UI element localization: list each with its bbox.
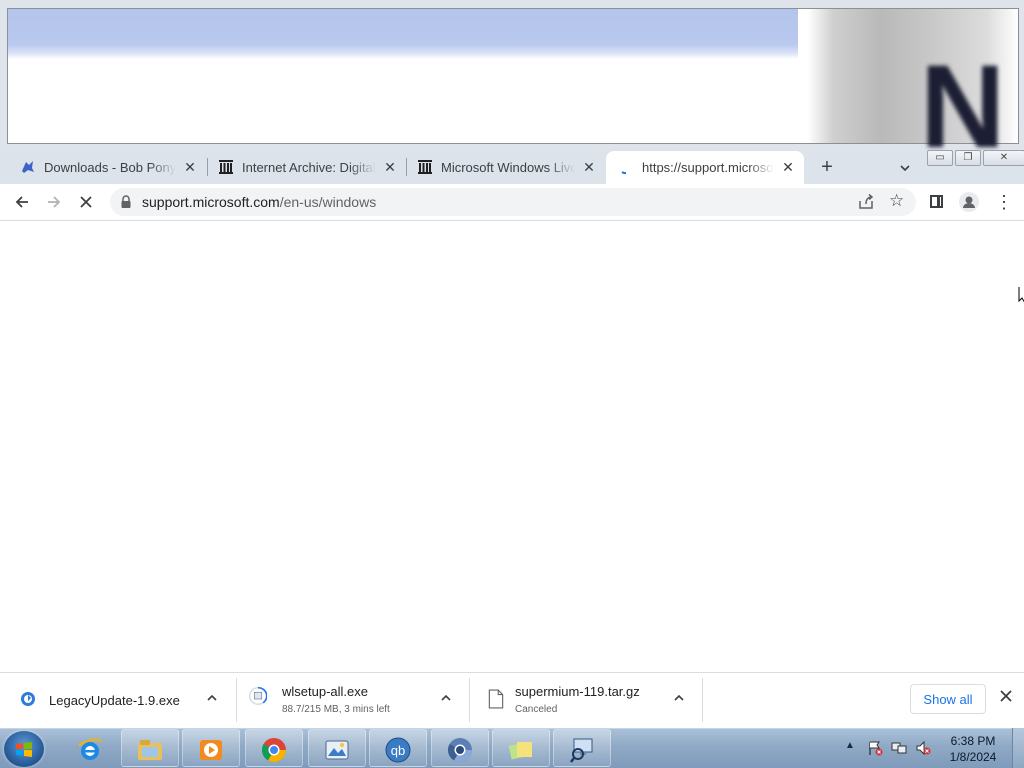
forward-arrow-icon[interactable] <box>44 192 64 212</box>
download-filename: wlsetup-all.exe <box>282 684 368 699</box>
windows-logo-icon <box>16 742 32 757</box>
background-window-frame <box>7 8 1019 144</box>
download-item-legacyupdate[interactable]: LegacyUpdate-1.9.exe <box>0 678 236 722</box>
network-icon[interactable] <box>891 740 907 756</box>
side-panel-icon[interactable] <box>930 195 943 208</box>
browser-menu-icon[interactable]: ⋮ <box>995 192 1013 212</box>
loading-spinner-icon <box>618 160 634 176</box>
background-window: N <box>0 0 1024 166</box>
chromium-icon <box>447 738 472 763</box>
tab-title: Downloads - Bob Pony <box>44 159 176 175</box>
tab-search-chevron-icon[interactable] <box>895 158 915 178</box>
address-url[interactable]: support.microsoft.com/en-us/windows <box>142 194 376 210</box>
close-button[interactable]: ✕ <box>983 150 1024 166</box>
download-item-supermium[interactable]: supermium-119.tar.gz Canceled <box>470 678 702 722</box>
chrome-icon <box>261 738 286 763</box>
tab-windows-live-essentials[interactable]: Microsoft Windows Live Essentials ✕ <box>397 150 605 184</box>
download-filename: LegacyUpdate-1.9.exe <box>49 693 180 708</box>
tab-close-icon[interactable]: ✕ <box>581 159 597 176</box>
action-center-flag-icon[interactable] <box>867 740 883 756</box>
bob-pony-favicon <box>20 159 36 175</box>
profile-avatar-icon[interactable] <box>959 192 979 212</box>
mouse-cursor-icon <box>1018 286 1024 309</box>
new-tab-button[interactable]: + <box>816 156 838 178</box>
progress-ring-installer-icon <box>249 687 267 705</box>
tab-close-icon[interactable]: ✕ <box>780 159 796 176</box>
tab-close-icon[interactable]: ✕ <box>382 159 398 176</box>
system-clock[interactable]: 6:38 PM 1/8/2024 <box>940 733 1006 765</box>
share-icon[interactable] <box>857 193 875 211</box>
background-header-band <box>8 9 798 59</box>
download-item-wlsetup[interactable]: wlsetup-all.exe 88.7/215 MB, 3 mins left <box>237 678 469 722</box>
download-options-chevron-icon[interactable] <box>440 692 452 707</box>
sticky-notes-icon <box>508 742 532 760</box>
tab-internet-archive[interactable]: Internet Archive: Digital Library ✕ <box>198 150 406 184</box>
download-status: Canceled <box>515 704 558 715</box>
back-arrow-icon[interactable] <box>12 192 32 212</box>
internet-archive-icon <box>417 159 433 175</box>
show-all-downloads-button[interactable]: Show all <box>910 684 986 714</box>
tab-title: https://support.microsoft.com/en-us/wind… <box>642 160 774 175</box>
tab-close-icon[interactable]: ✕ <box>182 159 198 176</box>
internet-archive-icon <box>218 159 234 175</box>
download-options-chevron-icon[interactable] <box>673 692 685 707</box>
folder-icon <box>138 740 162 760</box>
minimize-button[interactable]: ▭ <box>927 150 953 166</box>
background-logo-letter: N <box>920 41 1006 173</box>
internet-explorer-icon <box>78 738 102 760</box>
lock-icon[interactable] <box>120 195 132 209</box>
close-download-shelf-icon[interactable] <box>998 689 1014 708</box>
download-filename: supermium-119.tar.gz <box>515 684 640 699</box>
bookmark-star-icon[interactable]: ☆ <box>889 192 904 210</box>
tab-title: Internet Archive: Digital Library <box>242 159 376 175</box>
qbittorrent-icon: qb <box>385 737 411 763</box>
volume-muted-icon[interactable] <box>915 740 931 756</box>
maximize-button[interactable]: ❐ <box>955 150 981 166</box>
download-separator <box>702 678 703 722</box>
media-player-icon <box>200 740 222 760</box>
file-icon <box>488 689 504 709</box>
network-search-icon <box>570 738 593 763</box>
show-desktop-button[interactable] <box>1012 728 1024 768</box>
photo-viewer-icon <box>325 740 349 760</box>
page-content <box>0 221 1024 672</box>
tab-downloads-bob-pony[interactable]: Downloads - Bob Pony ✕ <box>0 150 206 184</box>
url-host: support.microsoft.com <box>142 194 280 210</box>
window-controls: ▭ ❐ ✕ <box>927 150 1024 166</box>
url-path: /en-us/windows <box>279 194 377 210</box>
clock-time: 6:38 PM <box>950 734 996 748</box>
show-hidden-icons-arrow[interactable]: ▲ <box>845 740 855 751</box>
download-progress-text: 88.7/215 MB, 3 mins left <box>282 704 390 715</box>
tab-support-microsoft-active[interactable]: https://support.microsoft.com/en-us/wind… <box>606 151 804 184</box>
download-options-chevron-icon[interactable] <box>206 692 218 707</box>
svg-text:qb: qb <box>391 743 405 758</box>
stop-loading-icon[interactable] <box>76 192 96 212</box>
clock-date: 1/8/2024 <box>949 750 997 764</box>
legacy-update-icon <box>21 692 35 706</box>
tab-title: Microsoft Windows Live Essentials <box>441 159 575 175</box>
